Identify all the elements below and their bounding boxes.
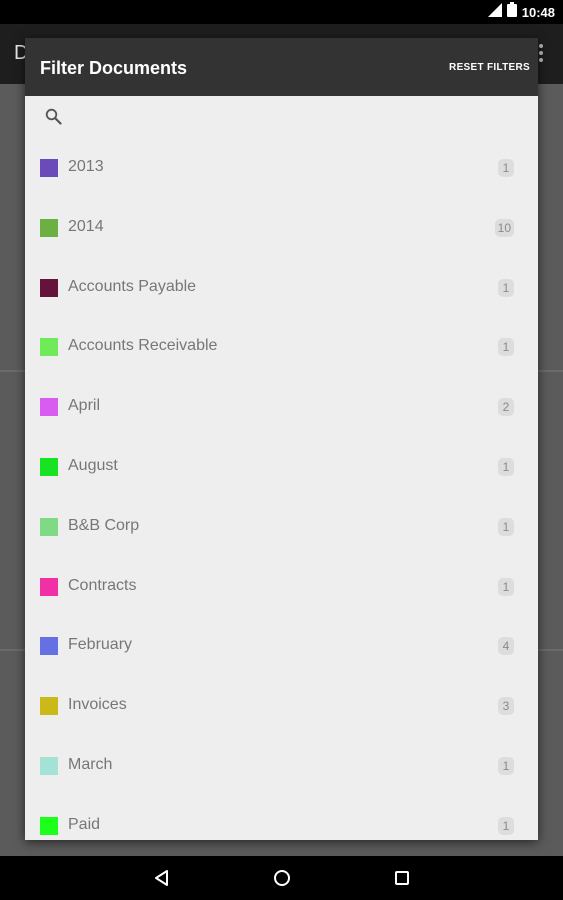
count-badge: 1: [498, 577, 514, 596]
color-swatch: [40, 577, 58, 596]
filter-label: B&B Corp: [68, 516, 140, 534]
status-icons: 10:48: [487, 2, 555, 22]
filter-item-april[interactable]: April 2: [25, 377, 538, 437]
count-badge: 1: [498, 338, 514, 357]
filter-label: Contracts: [68, 576, 137, 594]
filter-label: February: [68, 636, 133, 654]
filter-item-paid[interactable]: Paid 1: [25, 796, 538, 840]
filter-label: March: [68, 755, 113, 773]
reset-filters-button[interactable]: RESET FILTERS: [449, 62, 530, 73]
color-swatch: [40, 816, 58, 835]
filter-item-2014[interactable]: 2014 10: [25, 198, 538, 258]
filter-label: 2013: [68, 158, 104, 175]
color-swatch: [40, 218, 58, 237]
color-swatch: [40, 637, 58, 656]
filter-label: Invoices: [68, 696, 127, 714]
color-swatch: [40, 697, 58, 716]
filter-item-august[interactable]: August 1: [25, 437, 538, 497]
filter-label: Accounts Receivable: [68, 337, 218, 355]
filter-dialog: Filter Documents RESET FILTERS 2013 1 20…: [25, 38, 538, 840]
filter-item-accounts-receivable[interactable]: Accounts Receivable 1: [25, 317, 538, 377]
color-swatch: [40, 278, 58, 297]
overflow-menu-icon[interactable]: [539, 44, 543, 67]
filter-label: Accounts Payable: [68, 277, 197, 295]
count-badge: 1: [498, 159, 514, 177]
search-input[interactable]: [73, 106, 513, 130]
filter-item-march[interactable]: March 1: [25, 736, 538, 796]
status-bar: 10:48: [0, 0, 563, 24]
count-badge: 1: [498, 756, 514, 775]
filter-label: August: [68, 456, 118, 474]
color-swatch: [40, 457, 58, 476]
navigation-bar: [0, 856, 563, 900]
filter-item-february[interactable]: February 4: [25, 616, 538, 676]
count-badge: 10: [494, 218, 514, 237]
filter-label: April: [68, 397, 101, 415]
status-time: 10:48: [521, 4, 555, 20]
signal-icon: [487, 2, 502, 22]
color-swatch: [40, 338, 58, 357]
filter-item-bb-corp[interactable]: B&B Corp 1: [25, 497, 538, 557]
filter-item-contracts[interactable]: Contracts 1: [25, 557, 538, 617]
filter-label: Paid: [68, 815, 101, 833]
count-badge: 1: [498, 278, 514, 297]
filter-item-2013[interactable]: 2013 1: [25, 138, 538, 198]
recent-apps-icon[interactable]: [392, 868, 412, 888]
color-swatch: [40, 756, 58, 775]
battery-icon: [506, 2, 517, 22]
search-bar[interactable]: [25, 96, 538, 138]
filter-item-accounts-payable[interactable]: Accounts Payable 1: [25, 258, 538, 318]
filter-list: 2013 1 2014 10 Accounts Payable 1 Accoun…: [25, 138, 538, 840]
color-swatch: [40, 159, 58, 177]
count-badge: 4: [498, 637, 514, 656]
color-swatch: [40, 517, 58, 536]
dialog-title: Filter Documents: [40, 58, 188, 78]
filter-label: 2014: [68, 217, 104, 235]
color-swatch: [40, 398, 58, 417]
count-badge: 2: [498, 398, 514, 417]
count-badge: 1: [498, 816, 514, 835]
filter-item-invoices[interactable]: Invoices 3: [25, 676, 538, 736]
count-badge: 3: [498, 697, 514, 716]
search-icon: [45, 108, 62, 130]
count-badge: 1: [498, 457, 514, 476]
back-icon[interactable]: [152, 868, 172, 888]
dialog-header: Filter Documents RESET FILTERS: [25, 38, 538, 96]
count-badge: 1: [498, 517, 514, 536]
home-icon[interactable]: [272, 868, 292, 888]
